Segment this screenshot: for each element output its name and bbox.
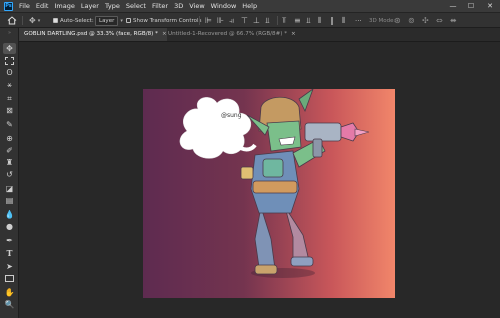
crop-tool-icon[interactable]: ⌗ <box>3 93 16 104</box>
photoshop-logo: Ps <box>4 1 13 11</box>
tab-goblin-dartling[interactable]: GOBLIN DARTLING.psd @ 33.3% (face, RGB/8… <box>19 28 167 41</box>
menu-type[interactable]: Type <box>102 0 123 12</box>
chevron-down-icon: ▾ <box>120 17 123 24</box>
goblin-leg-left <box>254 206 276 270</box>
distribute-bottom-icon[interactable]: ⫫ <box>306 13 311 28</box>
checkbox-checked-icon <box>53 18 58 23</box>
goblin-leg-right <box>284 206 310 262</box>
marquee-tool-icon[interactable] <box>3 55 16 66</box>
align-right-icon[interactable]: ⫣ <box>229 13 234 28</box>
distribute-top-icon[interactable]: ⫪ <box>282 13 287 28</box>
tools-panel: » ✥ ʘ ⚹ ⌗ ⊠ ✎ ⊕ ✐ ♜ ↺ ◪ ▤ 💧 ● ✒ T ➤ ✋ 🔍 <box>0 28 19 318</box>
brush-tool-icon[interactable]: ✐ <box>3 145 16 156</box>
lasso-tool-icon[interactable]: ʘ <box>3 67 16 78</box>
pan-3d-icon[interactable]: ✣ <box>422 13 429 28</box>
tab-untitled-recovered[interactable]: Untitled-1-Recovered @ 66.7% (RGB/8#) * × <box>163 28 309 41</box>
speech-cloud-tail <box>234 143 257 152</box>
frame-tool-icon[interactable]: ⊠ <box>3 105 16 116</box>
menu-view[interactable]: View <box>186 0 207 12</box>
3d-mode-label: 3D Mode: <box>369 17 396 24</box>
eyedropper-tool-icon[interactable]: ✎ <box>3 119 16 130</box>
clone-stamp-tool-icon[interactable]: ♜ <box>3 157 16 168</box>
goblin-horn <box>298 89 314 113</box>
goblin-blaster-grip <box>312 138 323 158</box>
menu-bar: Ps File Edit Image Layer Type Select Fil… <box>0 0 500 12</box>
gradient-tool-icon[interactable]: ▤ <box>3 195 16 206</box>
align-horizontal-center-icon[interactable]: ⊪ <box>217 13 224 28</box>
minimize-button[interactable]: — <box>446 0 460 12</box>
eraser-tool-icon[interactable]: ◪ <box>3 183 16 194</box>
show-transform-controls-label: Show Transform Controls <box>133 17 202 24</box>
zoom-tool-icon[interactable]: 🔍 <box>3 299 16 310</box>
goblin-artwork: @sung <box>179 89 370 278</box>
options-bar: ✥ ▾ Auto-Select: Layer ▾ Show Transform C… <box>0 12 500 28</box>
distribute-right-icon[interactable]: ⫴ <box>342 13 345 28</box>
menu-edit[interactable]: Edit <box>33 0 52 12</box>
document-canvas[interactable]: @sung <box>143 89 395 298</box>
auto-select-label: Auto-Select: <box>60 17 94 24</box>
rectangle-tool-icon[interactable] <box>3 273 16 284</box>
roll-3d-icon[interactable]: ⊚ <box>408 13 415 28</box>
checkbox-unchecked-icon <box>126 18 131 23</box>
goblin-belt <box>252 180 298 194</box>
scale-3d-icon[interactable]: ⬌ <box>450 13 457 28</box>
home-icon[interactable] <box>7 13 17 28</box>
panel-collapse-icon[interactable]: » <box>3 31 16 36</box>
divider <box>277 16 278 25</box>
menu-help[interactable]: Help <box>239 0 260 12</box>
show-transform-controls-checkbox[interactable]: Show Transform Controls <box>126 13 201 28</box>
pen-tool-icon[interactable]: ✒ <box>3 235 16 246</box>
goblin-face <box>266 120 302 152</box>
distribute-vertical-center-icon[interactable]: ≡ <box>294 13 301 28</box>
distribute-left-icon[interactable]: ⫴ <box>318 13 321 28</box>
divider <box>22 16 23 25</box>
dodge-tool-icon[interactable]: ● <box>3 221 16 232</box>
align-bottom-icon[interactable]: ⫫ <box>265 13 270 28</box>
menu-image[interactable]: Image <box>51 0 77 12</box>
hand-tool-icon[interactable]: ✋ <box>3 287 16 298</box>
orbit-3d-icon[interactable]: ⊛ <box>394 13 401 28</box>
goblin-chest-plate <box>262 158 284 178</box>
divider <box>199 16 200 25</box>
goblin-blaster <box>304 122 342 142</box>
type-tool-icon[interactable]: T <box>3 247 16 258</box>
move-tool-icon[interactable]: ✥ <box>3 43 16 54</box>
blur-tool-icon[interactable]: 💧 <box>3 209 16 220</box>
path-selection-tool-icon[interactable]: ➤ <box>3 261 16 272</box>
history-brush-tool-icon[interactable]: ↺ <box>3 169 16 180</box>
goblin-blaster-tip <box>354 128 370 137</box>
more-options-icon[interactable]: ··· <box>355 13 362 28</box>
goblin-pouch <box>240 166 254 180</box>
slide-3d-icon[interactable]: ⇔ <box>436 13 443 28</box>
auto-select-target-dropdown[interactable]: Layer ▾ <box>95 13 123 28</box>
menu-filter[interactable]: Filter <box>149 0 171 12</box>
menu-file[interactable]: File <box>16 0 33 12</box>
goblin-boot-right <box>290 256 314 267</box>
close-window-button[interactable]: ✕ <box>483 0 497 12</box>
menu-window[interactable]: Window <box>208 0 240 12</box>
goblin-boot-left <box>254 264 278 275</box>
maximize-button[interactable]: ☐ <box>464 0 478 12</box>
close-icon[interactable]: × <box>291 31 296 37</box>
healing-brush-tool-icon[interactable]: ⊕ <box>3 133 16 144</box>
align-top-icon[interactable]: ⊤ <box>241 13 248 28</box>
menu-select[interactable]: Select <box>123 0 149 12</box>
distribute-horizontal-center-icon[interactable]: ‖ <box>330 13 334 28</box>
auto-select-checkbox[interactable]: Auto-Select: <box>53 13 94 28</box>
move-tool-preset-icon[interactable]: ✥ ▾ <box>29 13 40 28</box>
menu-layer[interactable]: Layer <box>78 0 102 12</box>
menu-3d[interactable]: 3D <box>171 0 186 12</box>
document-tab-bar: GOBLIN DARTLING.psd @ 33.3% (face, RGB/8… <box>19 28 500 42</box>
align-left-icon[interactable]: ⊫ <box>205 13 212 28</box>
signature-doodle: @sung <box>221 112 242 119</box>
magic-wand-tool-icon[interactable]: ⚹ <box>3 79 16 90</box>
align-vertical-center-icon[interactable]: ⊥ <box>253 13 260 28</box>
